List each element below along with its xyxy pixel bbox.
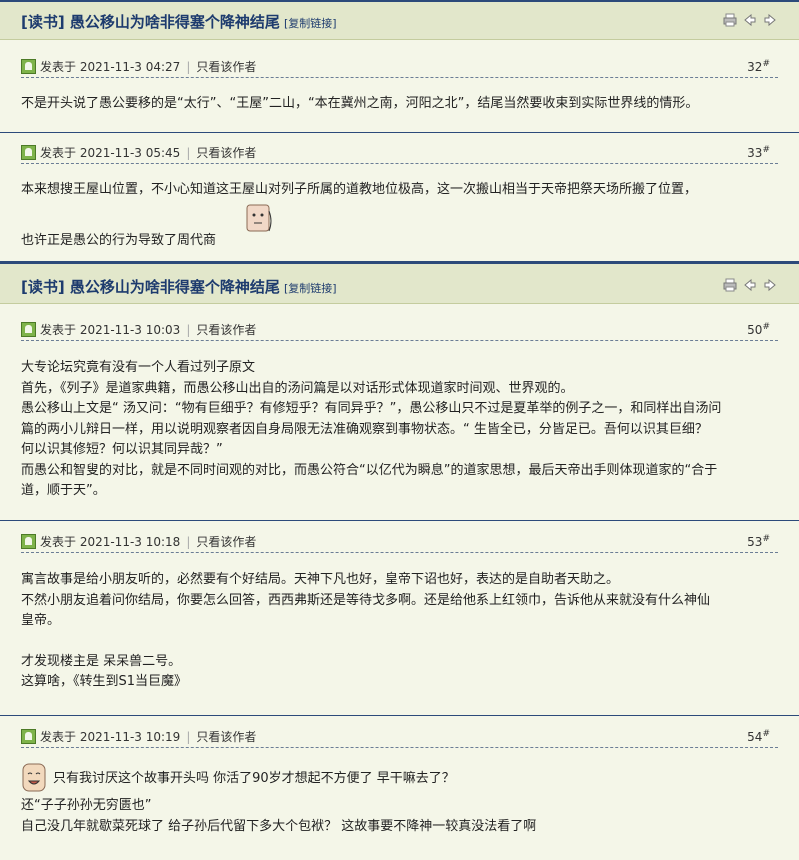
- only-author-link[interactable]: 只看该作者: [196, 535, 256, 549]
- thread-header: [读书] 愚公移山为啥非得塞个降神结尾 [复制链接]: [0, 262, 799, 304]
- post-divider: [0, 520, 799, 521]
- copy-link[interactable]: [复制链接]: [284, 282, 337, 295]
- floor-number[interactable]: 33#: [747, 145, 770, 160]
- floor-number[interactable]: 32#: [747, 59, 770, 74]
- post-time: 发表于 2021-11-3 05:45: [40, 146, 181, 160]
- post-time: 发表于 2021-11-3 10:03: [40, 323, 181, 337]
- post-content: 不是开头说了愚公要移的是“太行”、“王屋”二山，“本在冀州之南，河阳之北”，结尾…: [21, 96, 699, 111]
- floor-number[interactable]: 54#: [747, 729, 770, 744]
- post-divider: [0, 715, 799, 716]
- post-meta: 发表于 2021-11-3 10:19 | 只看该作者 54#: [21, 729, 778, 748]
- post-meta: 发表于 2021-11-3 10:03 | 只看该作者 50#: [21, 322, 778, 341]
- copy-link[interactable]: [复制链接]: [284, 17, 337, 30]
- arrow-right-icon[interactable]: [763, 278, 777, 292]
- only-author-link[interactable]: 只看该作者: [196, 146, 256, 160]
- user-avatar-icon[interactable]: [21, 145, 36, 160]
- post-divider: [0, 132, 799, 133]
- post-time: 发表于 2021-11-3 10:19: [40, 730, 181, 744]
- arrow-left-icon[interactable]: [743, 278, 757, 292]
- post-content: 寓言故事是给小朋友听的，必然要有个好结局。天神下凡也好，皇帝下诏也好，表达的是自…: [21, 572, 711, 689]
- thread-title[interactable]: [读书] 愚公移山为啥非得塞个降神结尾 [复制链接]: [21, 11, 337, 32]
- print-icon[interactable]: [723, 13, 737, 27]
- thread-title[interactable]: [读书] 愚公移山为啥非得塞个降神结尾 [复制链接]: [21, 276, 337, 297]
- only-author-link[interactable]: 只看该作者: [196, 323, 256, 337]
- post-content: 只有我讨厌这个故事开头吗 你活了90岁才想起不方便了 早干嘛去了？ 还“子子孙孙…: [21, 762, 781, 837]
- emoticon-sweat-icon: [246, 204, 272, 231]
- user-avatar-icon[interactable]: [21, 534, 36, 549]
- only-author-link[interactable]: 只看该作者: [196, 730, 256, 744]
- user-avatar-icon[interactable]: [21, 59, 36, 74]
- thread-header: [读书] 愚公移山为啥非得塞个降神结尾 [复制链接]: [0, 0, 799, 40]
- user-avatar-icon[interactable]: [21, 322, 36, 337]
- floor-number[interactable]: 53#: [747, 534, 770, 549]
- print-icon[interactable]: [723, 278, 737, 292]
- post-meta: 发表于 2021-11-3 05:45 | 只看该作者 33#: [21, 145, 778, 164]
- emoticon-smile-icon: [22, 763, 46, 792]
- user-avatar-icon[interactable]: [21, 729, 36, 744]
- arrow-right-icon[interactable]: [763, 13, 777, 27]
- post-content: 大专论坛究竟有没有一个人看过列子原文 首先，《列子》是道家典籍，而愚公移山出自的…: [21, 360, 722, 498]
- floor-number[interactable]: 50#: [747, 322, 770, 337]
- post-meta: 发表于 2021-11-3 04:27 | 只看该作者 32#: [21, 59, 778, 78]
- post-time: 发表于 2021-11-3 10:18: [40, 535, 181, 549]
- post-time: 发表于 2021-11-3 04:27: [40, 60, 181, 74]
- post-meta: 发表于 2021-11-3 10:18 | 只看该作者 53#: [21, 534, 778, 553]
- post-content: 本来想搜王屋山位置，不小心知道这王屋山对列子所属的道教地位极高，这一次搬山相当于…: [21, 182, 698, 248]
- arrow-left-icon[interactable]: [743, 13, 757, 27]
- only-author-link[interactable]: 只看该作者: [196, 60, 256, 74]
